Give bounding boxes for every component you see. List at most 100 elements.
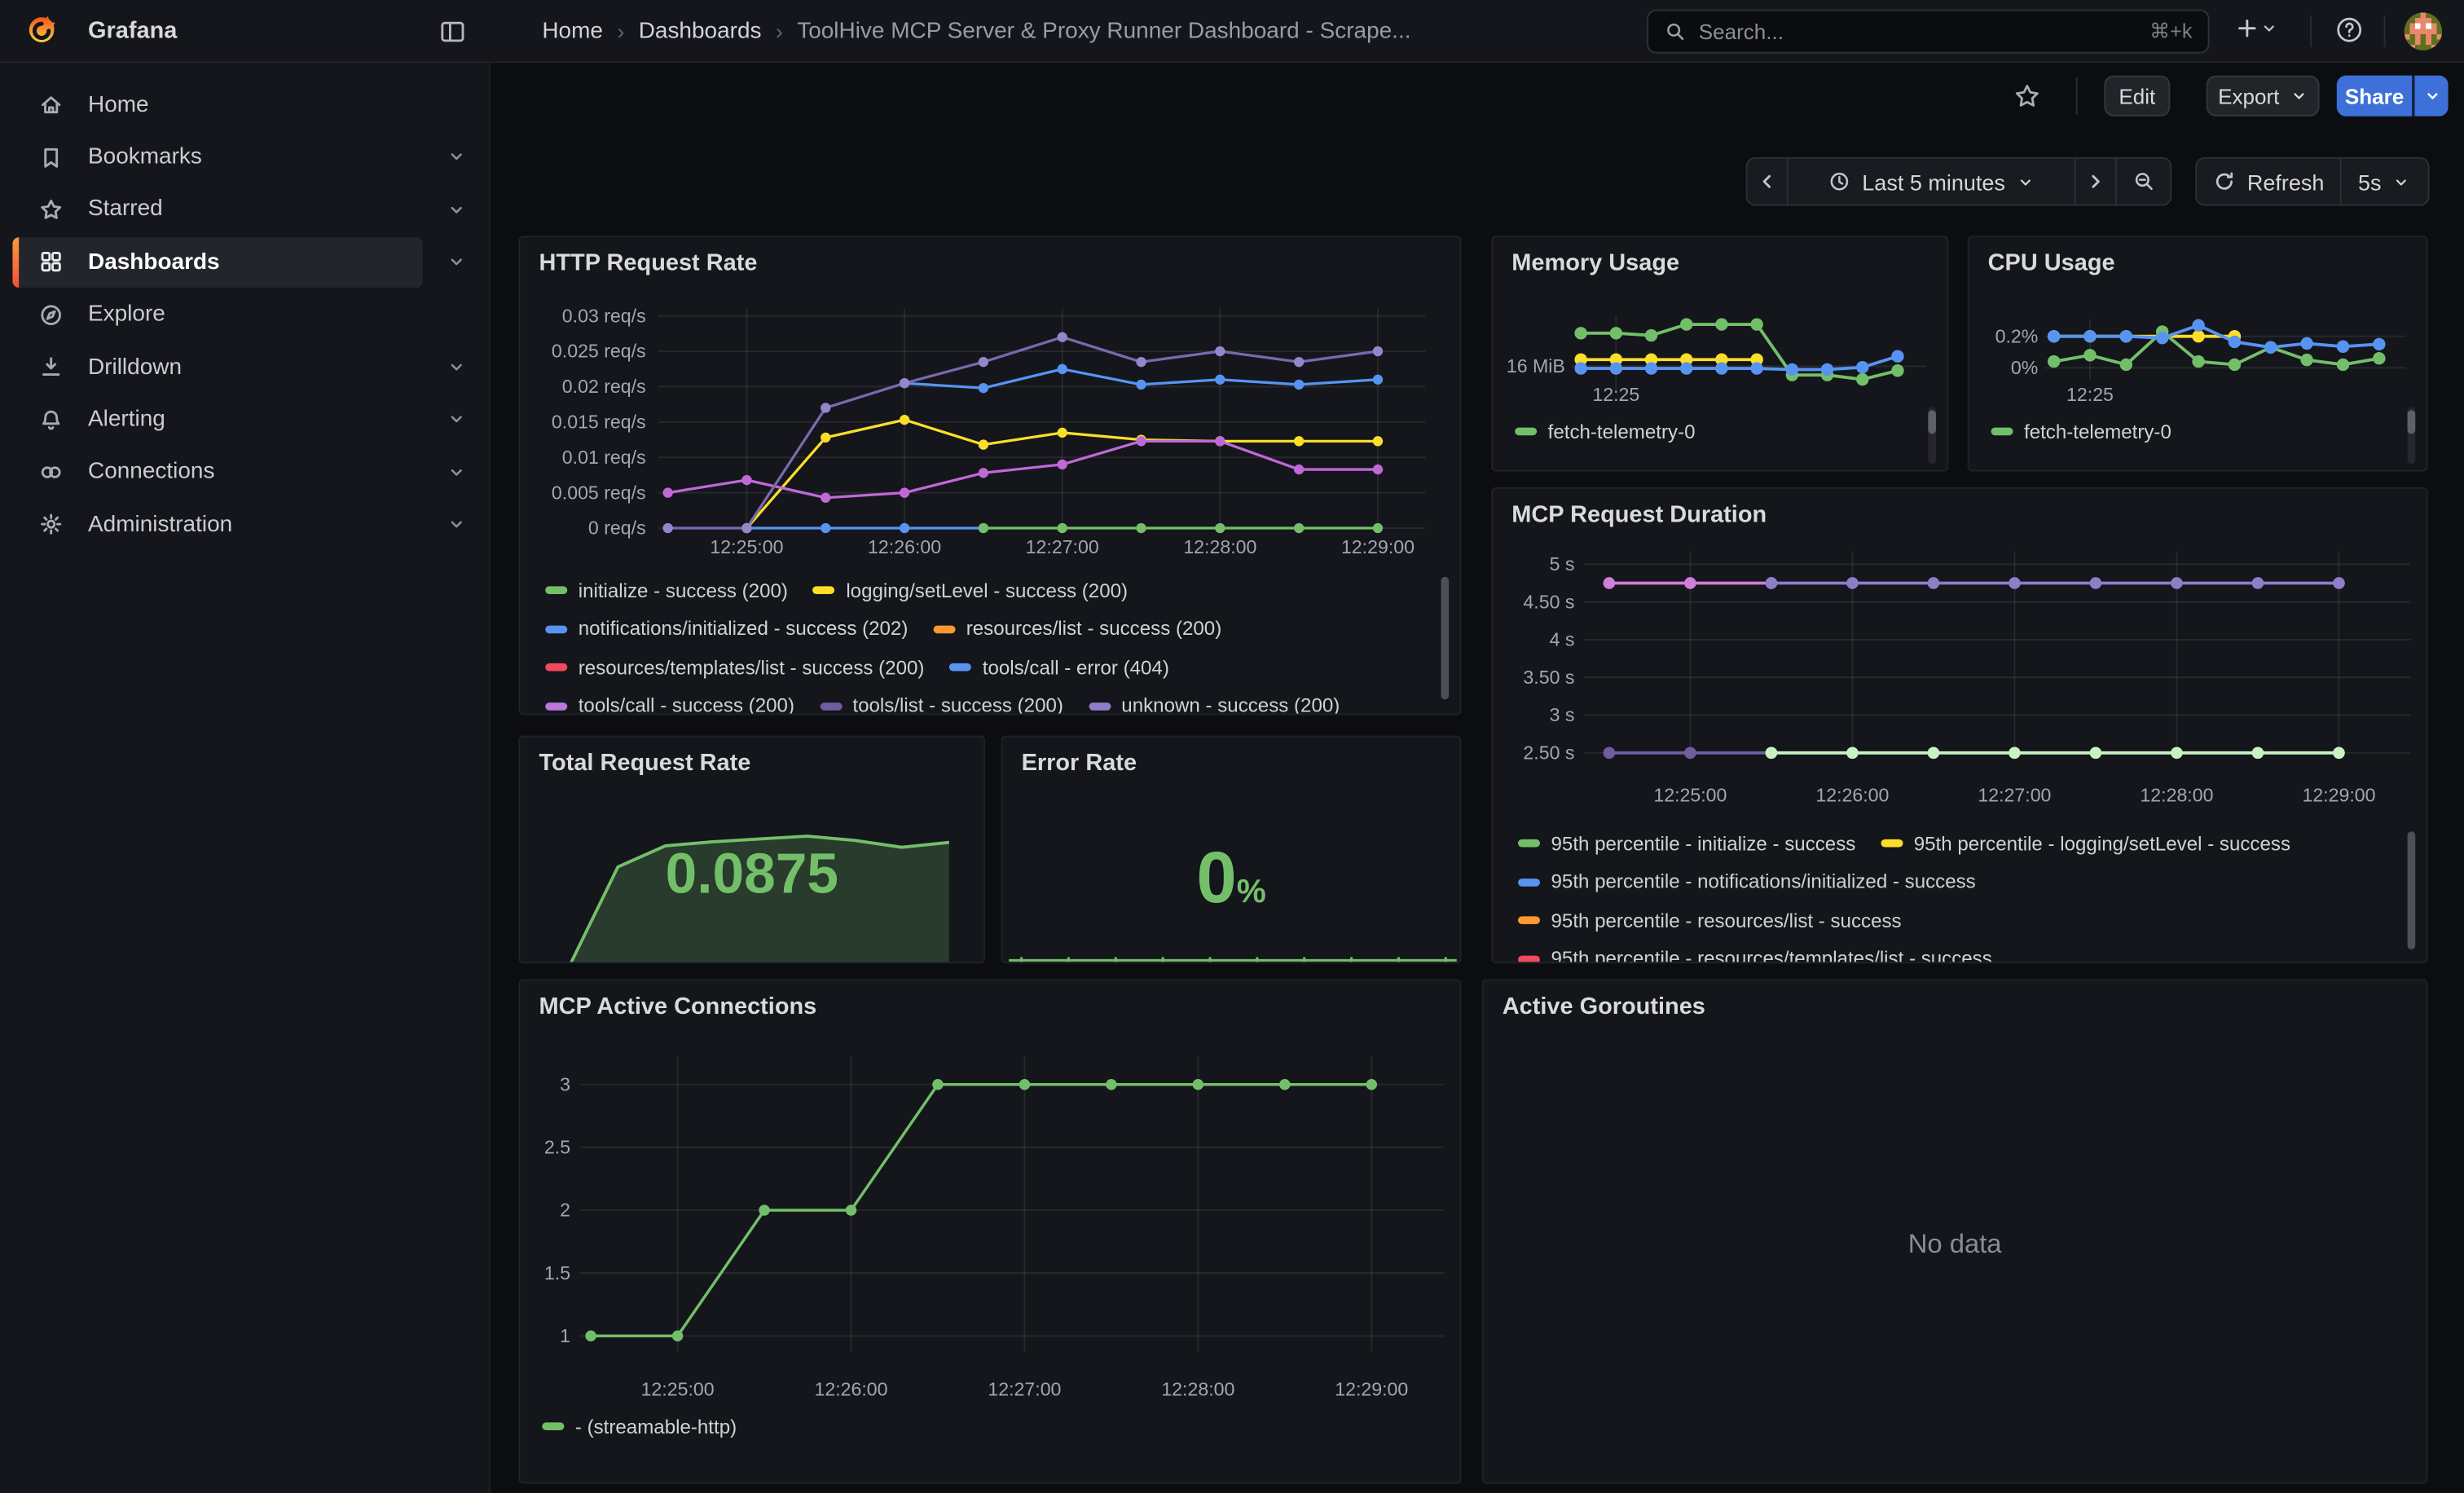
refresh-interval-picker[interactable]: 5s: [2340, 157, 2430, 206]
legend-color-dot: [949, 663, 971, 672]
chevron-down-icon[interactable]: [447, 147, 467, 167]
divider: [2384, 15, 2386, 47]
star-icon: [37, 196, 64, 223]
chevron-down-icon[interactable]: [447, 409, 467, 429]
legend-color-dot: [545, 625, 567, 633]
panel-title[interactable]: MCP Active Connections: [539, 993, 816, 1020]
share-button[interactable]: Share: [2337, 76, 2413, 117]
sidebar-item-label: Administration: [88, 512, 232, 537]
add-button[interactable]: [2234, 15, 2278, 41]
share-menu-button[interactable]: [2413, 76, 2448, 117]
sidebar-item-label: Starred: [88, 197, 163, 222]
legend-label: 95th percentile - resources/templates/li…: [1551, 948, 1991, 963]
panel-error-rate: Error Rate 0%: [1001, 736, 1461, 964]
chevron-down-icon[interactable]: [447, 461, 467, 482]
legend-item[interactable]: logging/setLevel - success (200): [813, 579, 1128, 601]
chevron-down-icon: [2392, 172, 2411, 191]
panel-mcp-request-duration: MCP Request Duration 5 s4.50 s4 s3.50 s3…: [1491, 487, 2427, 963]
sidebar-item-connections[interactable]: Connections: [0, 446, 489, 498]
sidebar-item-home[interactable]: Home: [0, 78, 489, 130]
svg-text:12:26:00: 12:26:00: [814, 1379, 887, 1400]
svg-text:12:28:00: 12:28:00: [1183, 536, 1256, 557]
panel-title[interactable]: Total Request Rate: [539, 750, 750, 777]
legend-item[interactable]: fetch-telemetry-0: [1515, 421, 1695, 443]
sidebar-item-bookmarks[interactable]: Bookmarks: [0, 131, 489, 183]
legend-item[interactable]: tools/list - success (200): [820, 694, 1063, 715]
legend-item[interactable]: - (streamable-http): [542, 1416, 737, 1438]
grid-icon: [37, 249, 64, 275]
divider: [2076, 77, 2078, 114]
sidebar-item-dashboards[interactable]: Dashboards: [0, 236, 489, 288]
no-data-message: No data: [1484, 1229, 2427, 1261]
sidebar-item-label: Home: [88, 92, 149, 117]
chevron-down-icon[interactable]: [447, 200, 467, 220]
panel-title[interactable]: Memory Usage: [1511, 250, 1679, 277]
chevron-down-icon[interactable]: [447, 514, 467, 535]
legend-item[interactable]: resources/templates/list - success (200): [545, 656, 924, 678]
svg-text:0%: 0%: [2011, 357, 2038, 378]
export-button[interactable]: Export: [2207, 76, 2320, 117]
legend-scrollbar[interactable]: [1928, 410, 1936, 434]
sidebar-item-starred[interactable]: Starred: [0, 183, 489, 236]
favorite-star-icon[interactable]: [2013, 81, 2041, 110]
svg-text:3 s: 3 s: [1550, 704, 1575, 725]
sidebar-item-administration[interactable]: Administration: [0, 499, 489, 551]
legend-label: logging/setLevel - success (200): [846, 579, 1128, 601]
panel-title[interactable]: Active Goroutines: [1503, 993, 1705, 1020]
sidebar-item-drilldown[interactable]: Drilldown: [0, 341, 489, 393]
panel-title[interactable]: MCP Request Duration: [1511, 501, 1767, 528]
breadcrumb-item[interactable]: Dashboards: [639, 19, 762, 44]
legend-color-dot: [813, 586, 835, 594]
legend-item[interactable]: initialize - success (200): [545, 579, 788, 601]
legend-item[interactable]: resources/list - success (200): [933, 618, 1221, 640]
legend-item[interactable]: fetch-telemetry-0: [1991, 421, 2171, 443]
panel-title[interactable]: HTTP Request Rate: [539, 250, 757, 277]
edit-button[interactable]: Edit: [2104, 76, 2170, 117]
sidebar-item-label: Bookmarks: [88, 145, 202, 170]
bookmark-icon: [37, 144, 64, 171]
time-range-picker[interactable]: Last 5 minutes: [1787, 157, 2076, 206]
sidebar-toggle-icon[interactable]: [438, 17, 467, 46]
refresh-button[interactable]: Refresh: [2195, 157, 2341, 206]
legend-item[interactable]: tools/call - error (404): [949, 656, 1169, 678]
legend-scrollbar[interactable]: [2408, 831, 2416, 949]
refresh-interval-value: 5s: [2358, 169, 2382, 194]
svg-text:12:26:00: 12:26:00: [868, 536, 941, 557]
legend-scrollbar[interactable]: [1441, 577, 1449, 699]
svg-text:12:27:00: 12:27:00: [988, 1379, 1061, 1400]
legend-item[interactable]: 95th percentile - resources/list - succe…: [1518, 909, 1902, 931]
svg-text:4.50 s: 4.50 s: [1523, 591, 1574, 612]
sidebar-item-explore[interactable]: Explore: [0, 288, 489, 341]
panel-title[interactable]: CPU Usage: [1988, 250, 2115, 277]
breadcrumb-separator: ›: [617, 19, 624, 44]
panel-title[interactable]: Error Rate: [1022, 750, 1137, 777]
legend-color-dot: [1515, 428, 1537, 436]
legend-item[interactable]: notifications/initialized - success (202…: [545, 618, 908, 640]
chevron-down-icon[interactable]: [447, 252, 467, 272]
legend-label: 95th percentile - notifications/initiali…: [1551, 870, 1975, 892]
chevron-down-icon[interactable]: [447, 357, 467, 377]
avatar[interactable]: [2405, 12, 2442, 50]
time-shift-back-button[interactable]: [1746, 157, 1789, 206]
legend-label: resources/templates/list - success (200): [579, 656, 925, 678]
legend-color-dot: [1518, 955, 1540, 963]
zoom-out-button[interactable]: [2115, 157, 2171, 206]
legend-item[interactable]: 95th percentile - resources/templates/li…: [1518, 948, 1992, 963]
legend-scrollbar[interactable]: [2408, 410, 2416, 434]
time-shift-forward-button[interactable]: [2075, 157, 2117, 206]
legend-item[interactable]: 95th percentile - logging/setLevel - suc…: [1881, 832, 2290, 854]
breadcrumb-item[interactable]: Home: [542, 19, 603, 44]
svg-text:0.025 req/s: 0.025 req/s: [552, 341, 646, 362]
legend-color-dot: [545, 663, 567, 672]
sidebar-item-label: Connections: [88, 460, 214, 485]
legend-item[interactable]: unknown - success (200): [1089, 694, 1340, 715]
legend-item[interactable]: tools/call - success (200): [545, 694, 794, 715]
sidebar-item-alerting[interactable]: Alerting: [0, 394, 489, 446]
help-button[interactable]: [2335, 15, 2364, 44]
legend-item[interactable]: 95th percentile - initialize - success: [1518, 832, 1855, 854]
legend-item[interactable]: 95th percentile - notifications/initiali…: [1518, 870, 1976, 892]
search-input[interactable]: Search... ⌘+k: [1647, 10, 2209, 54]
panel-legend: fetch-telemetry-0: [1515, 416, 1909, 454]
zoom-out-icon: [2132, 170, 2155, 193]
svg-text:3: 3: [560, 1073, 570, 1094]
